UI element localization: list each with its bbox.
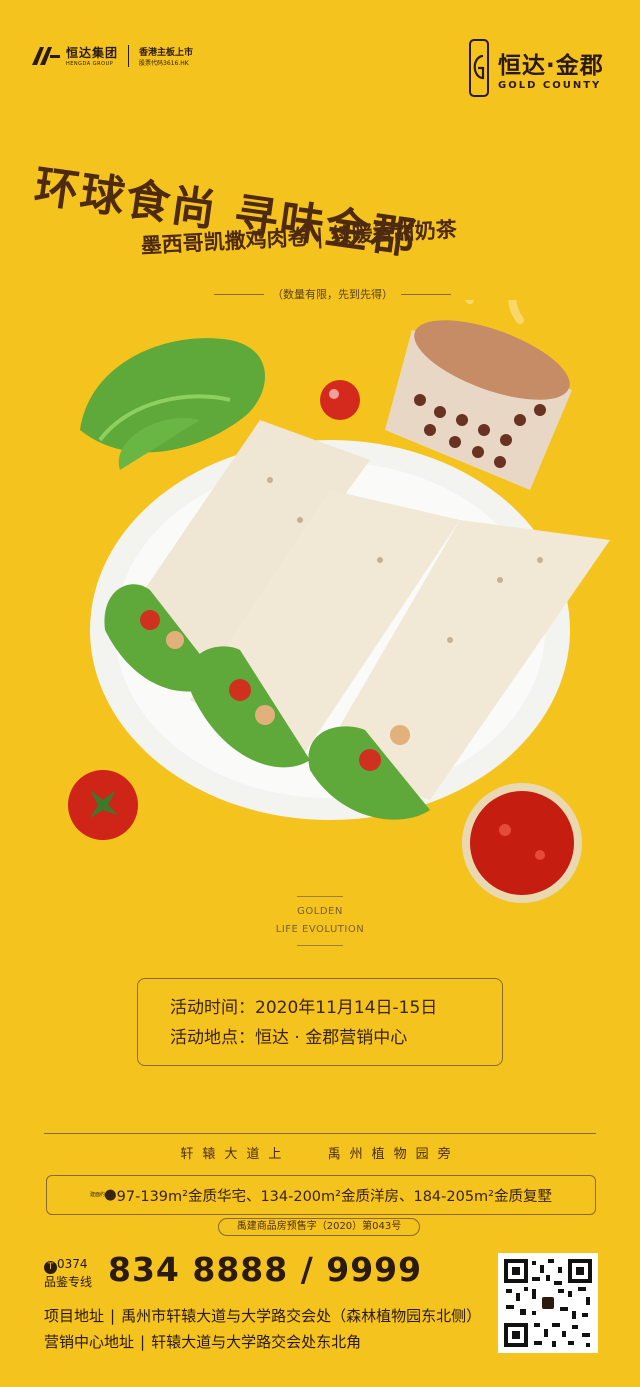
bottom-rule (297, 945, 343, 946)
developer-name: 恒达集团 (66, 46, 119, 60)
divider (128, 44, 130, 67)
project-address: 项目地址 | 禹州市轩辕大道与大学路交会处（森林植物园东北侧） (44, 1307, 482, 1325)
activity-box: 活动时间：2020年11月14日-15日 活动地点：恒达 · 金郡营销中心 (137, 978, 503, 1066)
tomato-icon (320, 380, 360, 420)
office-address-label: 营销中心地址 (44, 1333, 135, 1351)
office-address: 营销中心地址 | 轩辕大道与大学路交会处东北角 (44, 1333, 362, 1351)
food-illustration (68, 300, 610, 903)
presale-license: 禹建商品房预售字（2020）第043号 (218, 1218, 420, 1236)
qr-code-icon[interactable] (498, 1253, 598, 1353)
top-rule (297, 896, 343, 897)
hotline-label: T 0374 品鉴专线 (44, 1256, 92, 1290)
hengda-group-logo: 恒达集团 HENGDA GROUP 香港主板上市 股票代码3616.HK (32, 44, 193, 67)
location-part2: 禹州植物园旁 (327, 1147, 460, 1162)
gold-county-logo: 恒达·金郡 GOLD COUNTY (468, 38, 604, 98)
listing-line1: 香港主板上市 (139, 47, 194, 58)
hengda-mark-icon (32, 46, 60, 65)
listing-line2: 股票代码3616.HK (139, 59, 189, 67)
gold-county-mark-icon (469, 39, 489, 97)
project-name-en: GOLD COUNTY (498, 79, 602, 91)
bullet-icon: ● (104, 1187, 117, 1203)
product-prefix: 建面约 (90, 1192, 106, 1198)
hotline-area: 0374 (57, 1257, 88, 1271)
left-rule (214, 293, 264, 295)
product-box: 建面约 ● 97-139m²金质华宅、134-200m²金质洋房、184-205… (46, 1175, 596, 1215)
golden-line1: GOLDEN (297, 906, 343, 917)
golden-line2: LIFE EVOLUTION (275, 924, 365, 935)
location-part1: 轩辕大道上 (180, 1147, 291, 1162)
hotline-label-text: 品鉴专线 (44, 1275, 93, 1289)
golden-life-caption: GOLDEN LIFE EVOLUTION (0, 890, 640, 952)
developer-en: HENGDA GROUP (66, 61, 114, 67)
office-address-value: 轩辕大道与大学路交会处东北角 (151, 1333, 362, 1351)
lettuce-icon (80, 338, 265, 470)
activity-place: 活动地点：恒达 · 金郡营销中心 (170, 1028, 408, 1048)
phone-icon: T (44, 1261, 57, 1274)
section-rule (44, 1133, 596, 1134)
project-address-label: 项目地址 (44, 1307, 105, 1325)
hotline-number[interactable]: 834 8888 / 9999 (108, 1250, 422, 1289)
project-name-cn: 恒达·金郡 (498, 52, 604, 79)
product-text: 97-139m²金质华宅、134-200m²金质洋房、184-205m²金质复墅 (116, 1188, 552, 1205)
project-address-value: 禹州市轩辕大道与大学路交会处（森林植物园东北侧） (121, 1307, 482, 1325)
right-rule (401, 293, 451, 295)
steam-icon (464, 300, 524, 324)
location-line: 轩辕大道上 禹州植物园旁 (0, 1143, 640, 1162)
activity-time: 活动时间：2020年11月14日-15日 (170, 998, 438, 1018)
salsa-bowl-icon (462, 783, 582, 903)
